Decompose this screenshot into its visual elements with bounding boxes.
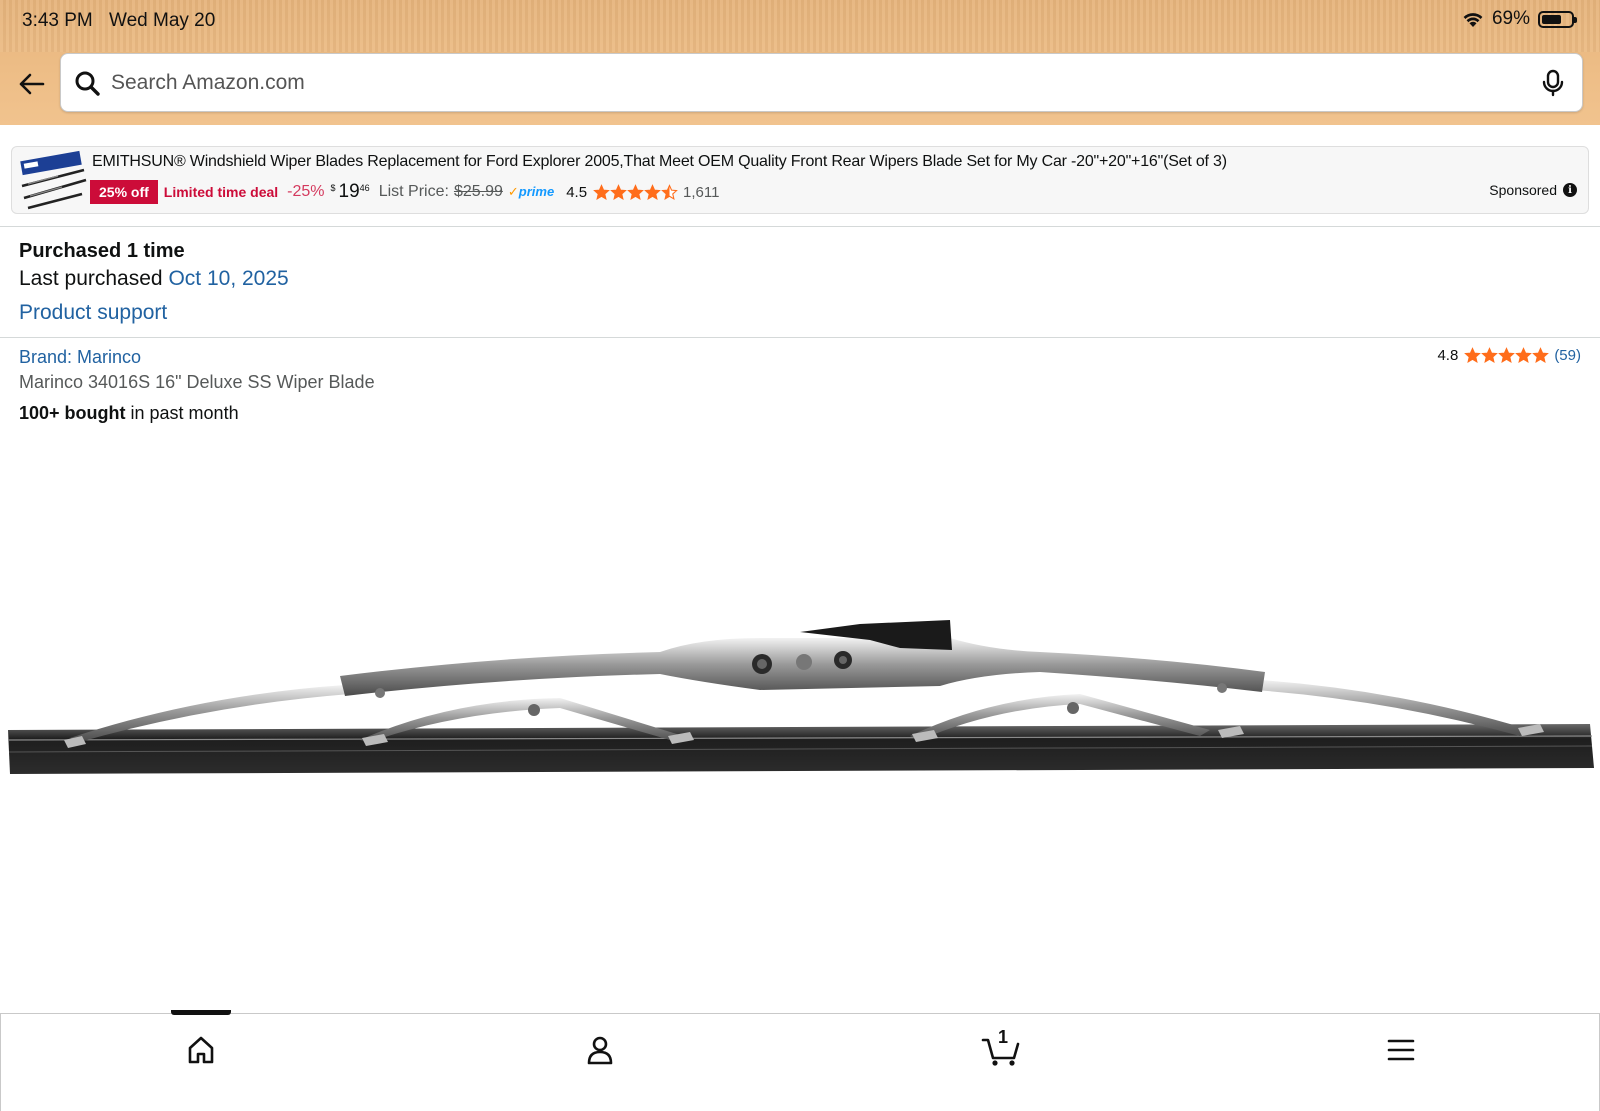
cart-count-badge: 1 [998, 1027, 1009, 1047]
search-input[interactable] [111, 63, 1491, 103]
star-icon [610, 183, 627, 200]
ad-product-thumbnail [20, 150, 87, 210]
price-whole: 19 [338, 181, 360, 202]
microphone-icon[interactable] [1538, 68, 1568, 98]
search-icon [75, 71, 100, 96]
star-icon [644, 183, 661, 200]
ad-details: 25% off Limited time deal -25% $ 19 46 L… [90, 180, 719, 204]
battery-icon [1538, 10, 1577, 28]
product-rating[interactable]: 4.8 (59) [1437, 347, 1581, 364]
list-price-value: $25.99 [453, 183, 503, 200]
battery-level [1542, 14, 1561, 24]
nav-account-button[interactable] [570, 1026, 630, 1074]
sponsored-label[interactable]: Sponsored i [1489, 182, 1577, 198]
discount-percent: -25% [287, 183, 325, 200]
bought-count-rest: in past month [125, 403, 239, 423]
star-icon [627, 183, 644, 200]
product-support-link[interactable]: Product support [19, 301, 167, 325]
last-purchased-label: Last purchased [19, 267, 163, 290]
last-purchased: Last purchased Oct 10, 2025 [19, 267, 289, 291]
section-divider [0, 337, 1600, 338]
info-icon[interactable]: i [1563, 183, 1577, 197]
rating-value: 4.8 [1437, 347, 1459, 364]
active-tab-indicator [171, 1010, 231, 1015]
star-icon [661, 183, 678, 200]
status-indicators: 69% [1462, 8, 1577, 30]
deal-label: Limited time deal [163, 184, 279, 200]
star-icon [1515, 347, 1533, 363]
product-title[interactable]: Marinco 34016S 16" Deluxe SS Wiper Blade [19, 372, 375, 393]
ad-review-count: 1,611 [683, 183, 720, 201]
bought-count: 100+ bought in past month [19, 403, 239, 424]
purchase-count: Purchased 1 time [19, 240, 185, 262]
ad-price: $ 19 46 [331, 181, 370, 203]
prime-label: prime [518, 184, 555, 199]
star-icon [1532, 347, 1550, 363]
sponsored-text: Sponsored [1489, 182, 1557, 198]
section-divider [0, 226, 1600, 227]
hamburger-icon [1387, 1039, 1415, 1061]
ad-rating-value: 4.5 [566, 183, 588, 201]
ad-title[interactable]: EMITHSUN® Windshield Wiper Blades Replac… [92, 153, 1227, 171]
review-count-link[interactable]: (59) [1554, 347, 1581, 364]
price-symbol: $ [330, 183, 336, 193]
header-texture [0, 0, 1600, 52]
sponsored-ad-banner[interactable]: EMITHSUN® Windshield Wiper Blades Replac… [11, 146, 1589, 214]
wifi-icon [1463, 12, 1483, 27]
discount-badge: 25% off [90, 180, 158, 204]
star-icon [593, 183, 610, 200]
nav-menu-button[interactable] [1371, 1026, 1431, 1074]
battery-percent: 69% [1491, 8, 1530, 29]
price-fraction: 46 [359, 183, 370, 193]
user-icon [587, 1036, 613, 1065]
prime-badge: ✓prime [508, 184, 554, 200]
star-icon [1481, 347, 1499, 363]
bottom-navigation: 1 [0, 1010, 1600, 1111]
status-time: 3:43 PM [22, 10, 93, 31]
search-bar[interactable] [60, 53, 1583, 112]
nav-home-button[interactable] [171, 1026, 231, 1074]
star-icon [1498, 347, 1516, 363]
prime-check-icon: ✓ [507, 184, 519, 199]
product-star-rating [1464, 347, 1550, 364]
star-icon [1464, 347, 1482, 363]
last-purchased-date[interactable]: Oct 10, 2025 [168, 267, 288, 290]
ad-star-rating [593, 183, 678, 201]
back-button[interactable] [14, 67, 48, 101]
home-icon [188, 1036, 214, 1064]
status-date: Wed May 20 [109, 10, 216, 31]
app-header: 3:43 PM Wed May 20 69% [0, 0, 1600, 125]
nav-cart-button[interactable]: 1 [971, 1026, 1031, 1074]
back-arrow-icon [19, 73, 45, 95]
list-price-label: List Price: [378, 183, 449, 200]
wiper-blade-image[interactable] [0, 590, 1600, 810]
bought-count-bold: 100+ bought [19, 403, 126, 423]
brand-link[interactable]: Brand: Marinco [19, 347, 141, 368]
